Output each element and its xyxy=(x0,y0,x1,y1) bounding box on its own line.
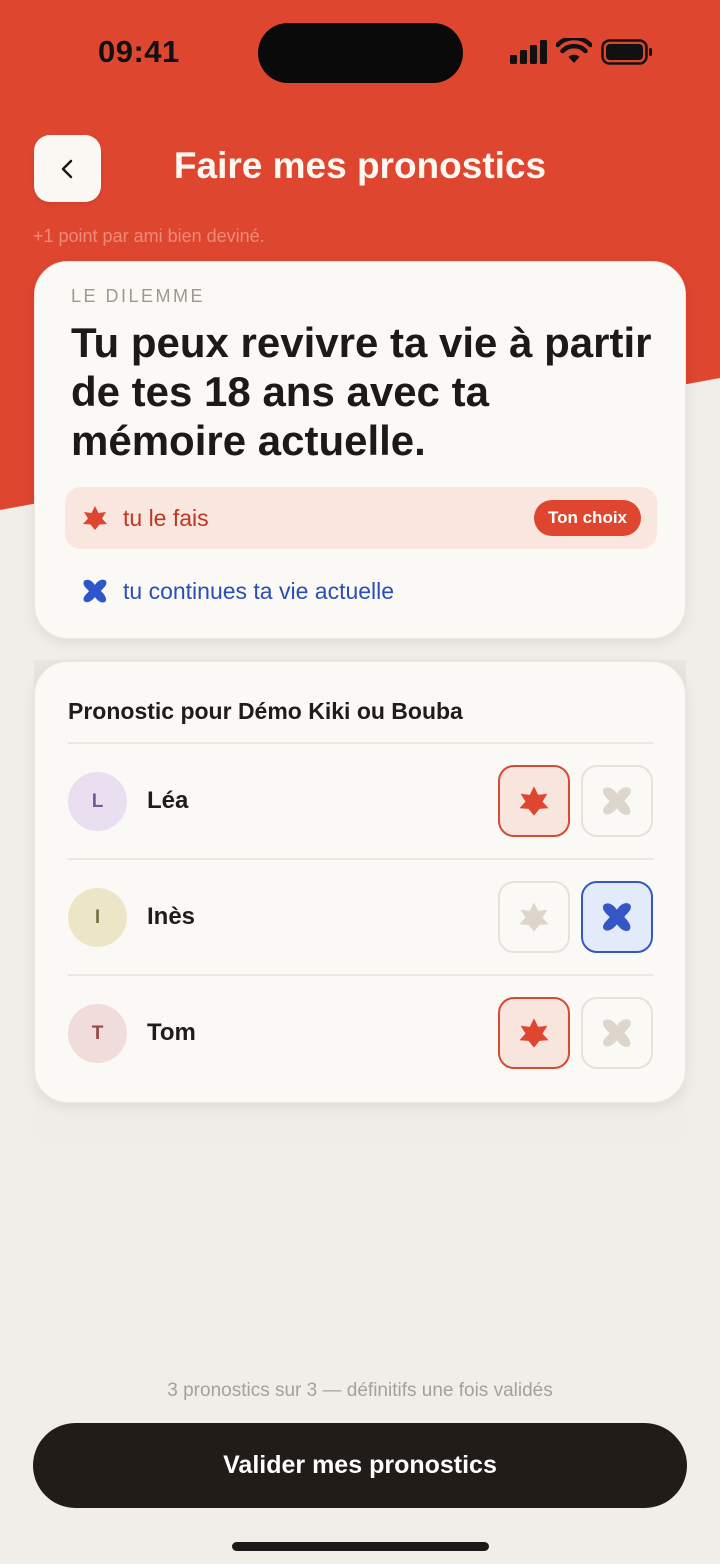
back-button[interactable] xyxy=(34,135,101,202)
blob-icon xyxy=(602,903,631,932)
dynamic-island xyxy=(258,23,463,83)
dilemma-card: LE DILEMME Tu peux revivre ta vie à part… xyxy=(34,261,686,639)
dilemma-eyebrow: LE DILEMME xyxy=(71,286,206,306)
progress-note: 3 pronostics sur 3 — définitifs une fois… xyxy=(167,1380,553,1401)
status-bar: 09:41 xyxy=(0,0,720,100)
cellular-signal-icon xyxy=(510,40,547,64)
pick-blob-button[interactable] xyxy=(581,765,653,837)
friend-name: Tom xyxy=(147,1019,196,1046)
star-icon xyxy=(83,506,107,530)
your-choice-badge: Ton choix xyxy=(533,500,641,536)
pick-blob-button[interactable] xyxy=(581,997,653,1069)
prediction-row: L Léa xyxy=(35,744,687,860)
option-a-row: tu le fais Ton choix xyxy=(65,487,657,549)
avatar: L xyxy=(68,772,127,831)
friend-name: Léa xyxy=(147,787,189,814)
star-icon xyxy=(519,1018,549,1048)
option-b-label: tu continues ta vie actuelle xyxy=(123,577,395,604)
pick-star-button[interactable] xyxy=(498,881,570,953)
status-time: 09:41 xyxy=(98,34,180,69)
blob-icon xyxy=(83,579,107,603)
avatar: T xyxy=(68,1004,127,1063)
home-indicator xyxy=(232,1542,489,1551)
predictions-card: Pronostic pour Démo Kiki ou Bouba L Léa … xyxy=(34,661,686,1103)
avatar: I xyxy=(68,888,127,947)
friend-name: Inès xyxy=(147,903,196,930)
pick-blob-button[interactable] xyxy=(581,881,653,953)
dilemma-question: Tu peux revivre ta vie à partir de tes 1… xyxy=(71,319,652,464)
battery-icon xyxy=(601,39,652,65)
option-b-row: tu continues ta vie actuelle xyxy=(65,560,657,622)
option-a-label: tu le fais xyxy=(123,504,209,531)
blob-icon xyxy=(602,1019,631,1048)
page-title: Faire mes pronostics xyxy=(173,145,547,186)
blob-icon xyxy=(602,787,631,816)
validate-button[interactable]: Valider mes pronostics xyxy=(33,1423,687,1508)
prediction-row: T Tom xyxy=(35,976,687,1092)
star-icon xyxy=(519,902,549,932)
predictions-title: Pronostic pour Démo Kiki ou Bouba xyxy=(68,698,463,724)
pick-star-button[interactable] xyxy=(498,765,570,837)
pick-star-button[interactable] xyxy=(498,997,570,1069)
wifi-icon xyxy=(556,38,592,63)
prediction-row: I Inès xyxy=(35,860,687,976)
scoring-hint: +1 point par ami bien deviné. xyxy=(33,226,265,246)
chevron-left-icon xyxy=(61,159,72,178)
star-icon xyxy=(519,786,549,816)
